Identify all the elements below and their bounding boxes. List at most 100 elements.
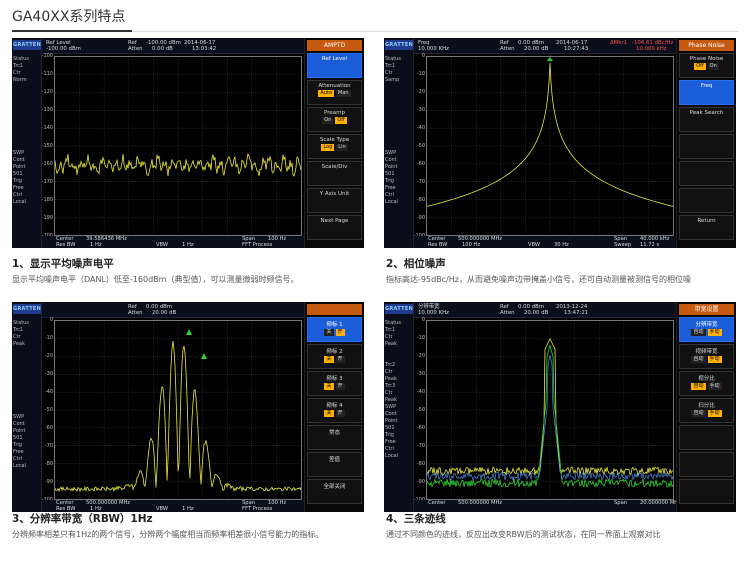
- toggle-option[interactable]: On: [707, 63, 719, 70]
- softkey-4[interactable]: 频标 4关开: [307, 398, 362, 423]
- side-status-text: Ctr: [385, 390, 393, 396]
- toggle-option[interactable]: Off: [694, 63, 706, 70]
- softkey-toggle[interactable]: 自动 手动: [680, 382, 733, 391]
- status-text: Status: [385, 56, 401, 62]
- toggle-option[interactable]: 开: [335, 329, 345, 336]
- softkey-label: 视频带宽: [695, 349, 718, 355]
- softkey-6[interactable]: 差值: [307, 452, 362, 477]
- status-text: Status: [13, 56, 29, 62]
- softkey-7[interactable]: Next Page: [307, 215, 362, 240]
- softkey-toggle[interactable]: 关开: [308, 382, 361, 391]
- y-tick-label: -110: [41, 71, 53, 77]
- spectrum-plot[interactable]: [426, 56, 674, 236]
- toggle-option[interactable]: 手动: [707, 383, 722, 390]
- softkey-toggle[interactable]: On Off: [308, 116, 361, 125]
- softkey-5[interactable]: Scale/Div: [307, 161, 362, 186]
- bottom-vbw: VBW: [156, 242, 169, 248]
- caption-4: 4、三条迹线: [386, 511, 746, 526]
- softkey-7[interactable]: Return: [679, 215, 734, 240]
- softkey-3[interactable]: 视分比 自动 手动: [679, 371, 734, 396]
- softkey-toggle[interactable]: 自动 手动: [680, 328, 733, 337]
- status-sidebar: GRATTEN Status Trc1 Ctr Peak SWP Cont Point 501 T…: [12, 302, 42, 512]
- toggle-option[interactable]: 关: [324, 329, 334, 336]
- softkey-1[interactable]: 频标 1关开: [307, 317, 362, 342]
- toggle-option[interactable]: 手动: [707, 356, 722, 363]
- softkey-toggle[interactable]: 关开: [308, 328, 361, 337]
- y-tick-label: -80: [416, 197, 425, 203]
- softkey-1[interactable]: 分辨带宽 自动 手动: [679, 317, 734, 342]
- softkey-label: Return: [697, 218, 716, 224]
- spectrum-plot[interactable]: [54, 320, 302, 500]
- softkey-7[interactable]: 全部关闭: [307, 479, 362, 504]
- softkey-menu: 频标 1 关开频标 2 关开频标 3 关开频标 4 关开常态差值全部关闭: [304, 302, 364, 512]
- softkey-3[interactable]: 频标 3关开: [307, 371, 362, 396]
- softkey-toggle[interactable]: 关开: [308, 355, 361, 364]
- toggle-option[interactable]: 自动: [691, 383, 706, 390]
- softkey-toggle[interactable]: Off On: [680, 62, 733, 71]
- toggle-option[interactable]: 手动: [707, 410, 722, 417]
- softkey-label: 差值: [328, 457, 340, 463]
- softkey-6[interactable]: Y Axis Unit: [307, 188, 362, 213]
- toggle-option[interactable]: Man: [336, 90, 351, 97]
- softkey-6[interactable]: [679, 452, 734, 477]
- toggle-option[interactable]: On: [322, 117, 334, 124]
- softkey-2[interactable]: Attenuation Auto Man: [307, 80, 362, 105]
- top-status-bar: Ref 0.00 dBm Atten 20.00 dB: [42, 302, 304, 318]
- softkey-toggle[interactable]: 关开: [308, 409, 361, 418]
- side-status-text: Free: [13, 185, 24, 191]
- toggle-option[interactable]: 手动: [707, 329, 722, 336]
- side-status-text: Trc3: [385, 383, 396, 389]
- softkey-toggle[interactable]: Auto Man: [308, 89, 361, 98]
- softkey-3[interactable]: Preamp On Off: [307, 107, 362, 132]
- toggle-option[interactable]: Lin: [336, 144, 348, 151]
- softkey-1[interactable]: Ref Level: [307, 53, 362, 78]
- bottom-fft: FFT Process: [242, 242, 273, 248]
- caption-4-text: 通过不同颜色的迹线，反应出改变RBW后的测试状态，在同一界面上观察对比: [386, 530, 661, 539]
- spectrum-plot[interactable]: [426, 320, 674, 500]
- toggle-option[interactable]: 关: [324, 410, 334, 417]
- brand-logo: GRATTEN: [385, 40, 414, 50]
- toggle-option[interactable]: 关: [324, 356, 334, 363]
- softkey-6[interactable]: [679, 188, 734, 213]
- softkey-toggle[interactable]: 自动 手动: [680, 355, 733, 364]
- toggle-option[interactable]: 自动: [691, 410, 706, 417]
- y-tick-label: -160: [41, 161, 53, 167]
- side-status-text: Local: [385, 453, 398, 459]
- side-status-text: Free: [13, 449, 24, 455]
- analyzer-screen-2: GRATTEN Status Trc1 Ctr Samp SWP Cont Point 501 T…: [384, 38, 736, 248]
- softkey-toggle[interactable]: 自动 手动: [680, 409, 733, 418]
- softkey-label: 分辨带宽: [695, 322, 718, 328]
- toggle-option[interactable]: 开: [335, 383, 345, 390]
- toggle-option[interactable]: 开: [335, 356, 345, 363]
- softkey-4[interactable]: 扫分比 自动 手动: [679, 398, 734, 423]
- spectrum-plot[interactable]: [54, 56, 302, 236]
- toggle-option[interactable]: Log: [321, 144, 335, 151]
- softkey-4[interactable]: [679, 134, 734, 159]
- softkey-5[interactable]: [679, 161, 734, 186]
- softkey-7[interactable]: [679, 479, 734, 504]
- toggle-option[interactable]: Auto: [318, 90, 335, 97]
- softkey-4[interactable]: Scale Type Log Lin: [307, 134, 362, 159]
- top-status-bar: 分辨带宽 10.000 KHz Ref 0.00 dBm Atten 20.00 dB 20…: [414, 302, 676, 318]
- side-status-text: Trig: [385, 178, 394, 184]
- toggle-option[interactable]: 自动: [691, 356, 706, 363]
- caption-2: 2、相位噪声: [386, 256, 746, 271]
- softkey-2[interactable]: 频标 2关开: [307, 344, 362, 369]
- menu-title: [307, 304, 362, 315]
- toggle-option[interactable]: 关: [324, 383, 334, 390]
- side-status-text: Trig: [13, 442, 22, 448]
- softkey-label: Scale/Div: [321, 164, 348, 170]
- softkey-2[interactable]: Freq: [679, 80, 734, 105]
- toggle-option[interactable]: 开: [335, 410, 345, 417]
- softkey-3[interactable]: Peak Search: [679, 107, 734, 132]
- softkey-5[interactable]: [679, 425, 734, 450]
- status-text: Status: [385, 320, 401, 326]
- toggle-option[interactable]: Off: [335, 117, 347, 124]
- top-atten-db: 20.00 dB: [524, 310, 549, 316]
- toggle-option[interactable]: 自动: [691, 329, 706, 336]
- softkey-5[interactable]: 常态: [307, 425, 362, 450]
- softkey-toggle[interactable]: Log Lin: [308, 143, 361, 152]
- softkey-1[interactable]: Phase Noise Off On: [679, 53, 734, 78]
- side-status-text: SWP: [385, 404, 397, 410]
- softkey-2[interactable]: 视频带宽 自动 手动: [679, 344, 734, 369]
